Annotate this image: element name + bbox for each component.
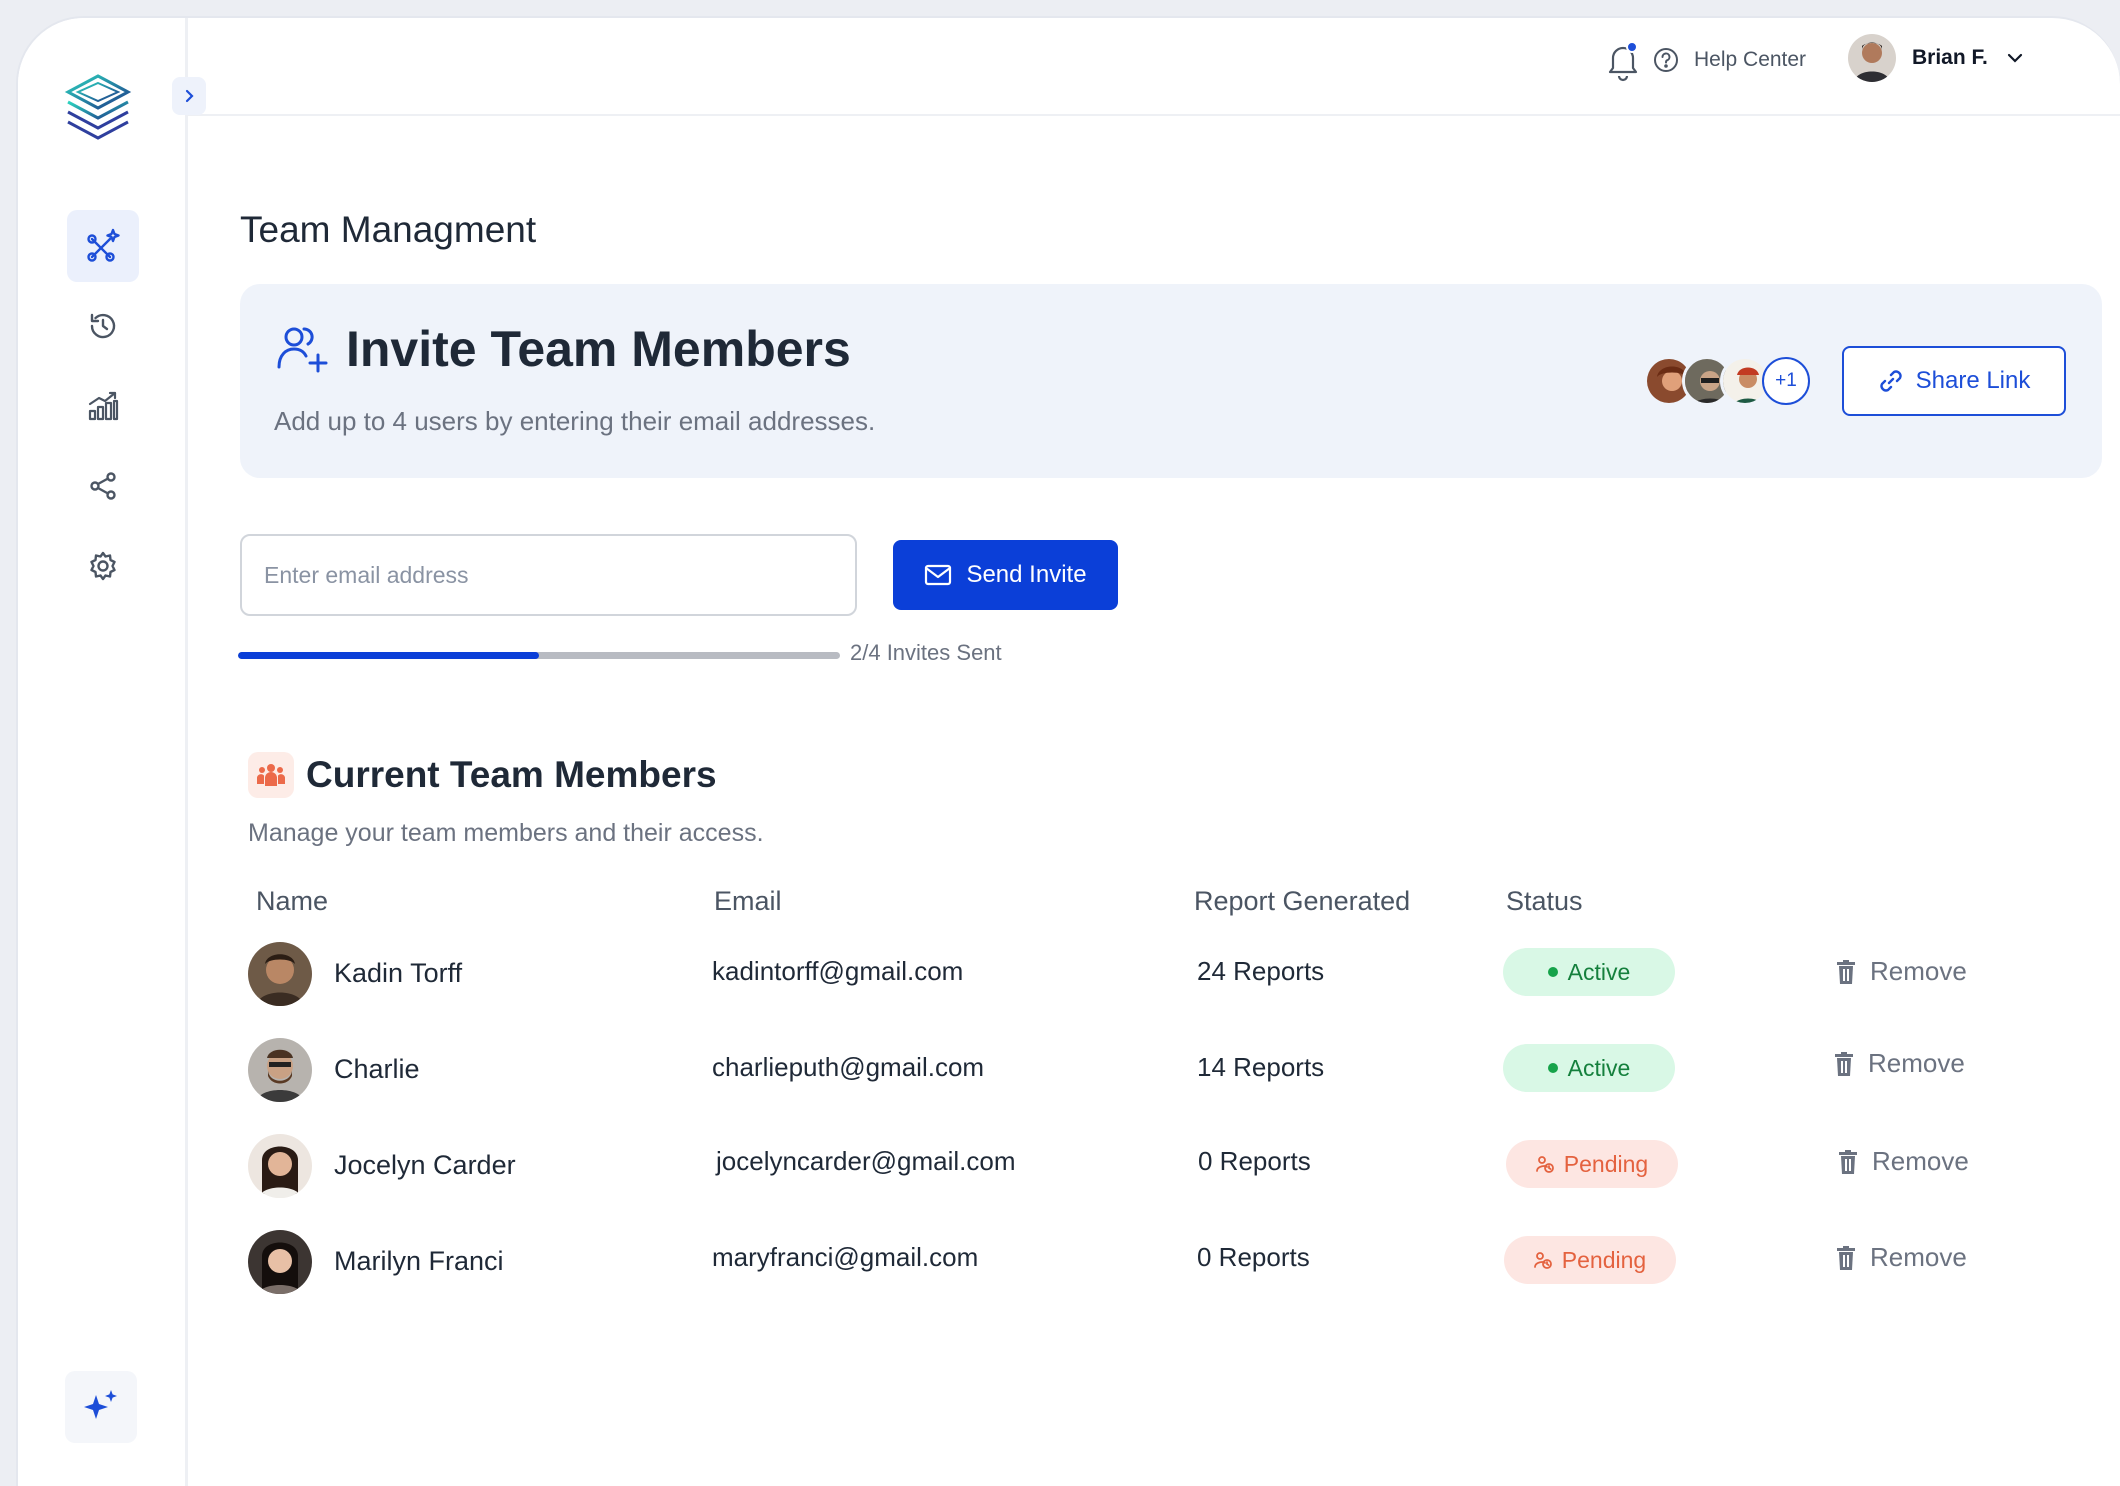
help-icon: [1654, 48, 1678, 72]
member-reports: 24 Reports: [1197, 956, 1325, 986]
avatar: [1848, 34, 1896, 82]
email-input[interactable]: [240, 534, 857, 616]
analytics-icon: [88, 391, 119, 421]
top-bar: Help Center Brian F.: [188, 18, 2120, 116]
status-label: Pending: [1563, 1150, 1649, 1177]
member-reports: 14 Reports: [1197, 1052, 1325, 1082]
chevron-right-icon: [185, 89, 194, 103]
add-user-icon: [277, 327, 328, 373]
avatar: [248, 1230, 312, 1294]
sidebar-item-settings[interactable]: [67, 530, 139, 602]
status-badge: Pending: [1506, 1140, 1678, 1188]
team-icon: [248, 752, 294, 798]
member-email: charlieputh@gmail.com: [712, 1052, 985, 1082]
help-center-link[interactable]: Help Center: [1652, 46, 1806, 74]
remove-label: Remove: [1868, 1048, 1965, 1078]
remove-label: Remove: [1870, 1242, 1967, 1272]
member-name: Marilyn Franci: [334, 1246, 504, 1276]
invite-subtitle: Add up to 4 users by entering their emai…: [274, 406, 876, 436]
trash-icon: [1839, 1149, 1857, 1174]
invite-heading: Invite Team Members: [274, 320, 851, 378]
invites-progress-fill: [238, 652, 539, 659]
ai-assistant-button[interactable]: [65, 1371, 137, 1443]
link-icon: [1880, 370, 1902, 392]
page-title: Team Managment: [240, 209, 537, 250]
sparkle-icon: [84, 1390, 117, 1419]
bell-icon: [1608, 41, 1638, 82]
help-center-label: Help Center: [1694, 48, 1807, 71]
remove-label: Remove: [1870, 956, 1967, 986]
share-icon: [90, 472, 116, 500]
member-email: maryfranci@gmail.com: [712, 1242, 979, 1272]
remove-member-button[interactable]: Remove: [1834, 1048, 1965, 1079]
sidebar-nav: [67, 210, 139, 610]
column-header-name: Name: [256, 886, 329, 916]
remove-member-button[interactable]: Remove: [1836, 956, 1967, 987]
notifications-button[interactable]: [1603, 38, 1643, 82]
sidebar-item-share[interactable]: [67, 450, 139, 522]
more-avatars-count[interactable]: +1: [1762, 357, 1810, 405]
avatar: [248, 1134, 312, 1198]
column-header-email: Email: [714, 886, 782, 916]
member-reports: 0 Reports: [1197, 1242, 1310, 1272]
app-window: Help Center Brian F. Team Managment Invi…: [16, 16, 2120, 1486]
share-link-button[interactable]: Share Link: [1842, 346, 2066, 416]
sidebar: [18, 18, 188, 1486]
sidebar-item-analytics[interactable]: [67, 370, 139, 442]
mail-icon: [925, 564, 952, 586]
user-clock-icon: [1535, 1156, 1554, 1173]
remove-label: Remove: [1872, 1146, 1969, 1176]
status-dot-icon: [1547, 967, 1558, 977]
send-invite-label: Send Invite: [966, 561, 1087, 588]
table-row: Marilyn Franci maryfranci@gmail.com 0 Re…: [248, 1230, 1967, 1294]
logo-icon[interactable]: [62, 72, 134, 144]
table-row: Kadin Torff kadintorff@gmail.com 24 Repo…: [248, 942, 1967, 1006]
table-row: Charlie charlieputh@gmail.com 14 Reports…: [248, 1038, 1965, 1102]
member-email: kadintorff@gmail.com: [712, 956, 964, 986]
sidebar-item-history[interactable]: [67, 290, 139, 362]
send-invite-button[interactable]: Send Invite: [893, 540, 1118, 610]
user-name: Brian F.: [1912, 46, 1988, 69]
main-content: Team Managment Invite Team Members Add u…: [188, 116, 2120, 1486]
remove-member-button[interactable]: Remove: [1836, 1242, 1967, 1273]
status-badge: Pending: [1504, 1236, 1676, 1284]
chevron-down-icon: [2007, 53, 2022, 63]
member-reports: 0 Reports: [1198, 1146, 1311, 1176]
invites-progress-text: 2/4 Invites Sent: [850, 640, 1002, 665]
sidebar-item-ai-tools[interactable]: [67, 210, 139, 282]
invite-card: Invite Team Members Add up to 4 users by…: [240, 284, 2102, 478]
invite-title: Invite Team Members: [346, 321, 851, 377]
invited-avatars: +1: [1644, 356, 1810, 408]
trash-icon: [1837, 959, 1855, 984]
sidebar-collapse-button[interactable]: [172, 77, 206, 115]
status-badge: Active: [1503, 948, 1675, 996]
member-email: jocelyncarder@gmail.com: [716, 1146, 1016, 1176]
member-name: Charlie: [334, 1054, 420, 1084]
avatar: [248, 1038, 312, 1102]
status-badge: Active: [1503, 1044, 1675, 1092]
column-header-status: Status: [1506, 886, 1583, 916]
status-label: Active: [1567, 958, 1631, 985]
share-link-label: Share Link: [1915, 367, 2031, 394]
members-subtitle: Manage your team members and their acces…: [248, 819, 764, 847]
avatar: [248, 942, 312, 1006]
trash-icon: [1835, 1051, 1853, 1076]
members-heading: Current Team Members: [248, 752, 717, 798]
column-header-reports: Report Generated: [1194, 886, 1411, 916]
status-label: Active: [1567, 1054, 1631, 1081]
history-icon: [90, 313, 116, 339]
ai-tools-icon: [87, 228, 120, 262]
trash-icon: [1837, 1245, 1855, 1270]
remove-member-button[interactable]: Remove: [1838, 1146, 1969, 1177]
status-dot-icon: [1547, 1063, 1558, 1073]
member-name: Jocelyn Carder: [334, 1150, 516, 1180]
invites-progress-bar: [238, 652, 840, 659]
members-title: Current Team Members: [306, 754, 717, 795]
settings-icon: [90, 551, 116, 581]
table-row: Jocelyn Carder jocelyncarder@gmail.com 0…: [248, 1134, 1969, 1198]
member-name: Kadin Torff: [334, 958, 463, 988]
user-menu[interactable]: Brian F.: [1848, 34, 2026, 82]
status-label: Pending: [1561, 1246, 1647, 1273]
user-clock-icon: [1533, 1252, 1552, 1269]
